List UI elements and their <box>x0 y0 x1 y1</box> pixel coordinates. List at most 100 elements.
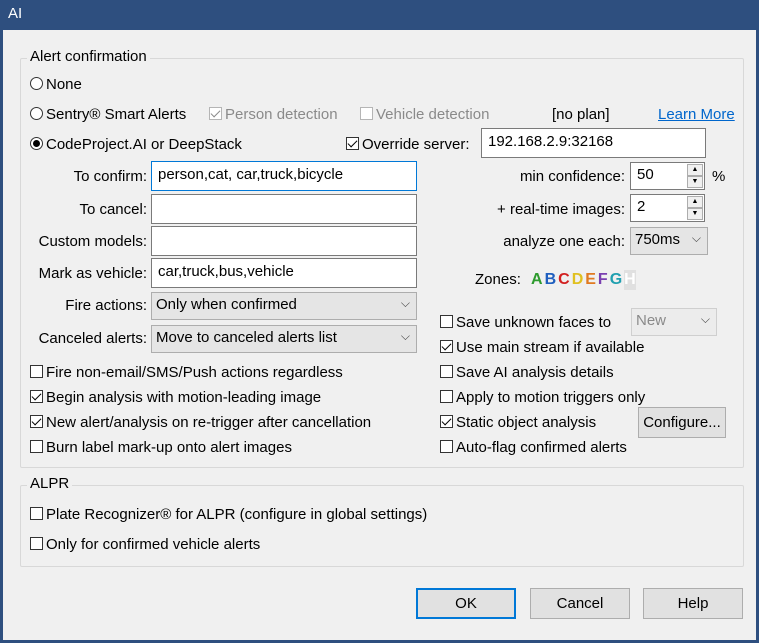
new-alert-label: New alert/analysis on re-trigger after c… <box>46 414 372 431</box>
learn-more-link[interactable]: Learn More <box>658 105 735 125</box>
mark-vehicle-label: Mark as vehicle: <box>38 265 147 282</box>
plate-recognizer-box[interactable] <box>30 507 43 520</box>
chevron-down-icon: ⌵ <box>400 296 410 310</box>
faces-target-select[interactable]: New ⌵ <box>631 308 717 336</box>
radio-codeproject-indicator[interactable] <box>30 137 43 150</box>
analyze-each-value: 750ms <box>635 231 681 248</box>
custom-models-input[interactable] <box>151 226 417 256</box>
alert-confirmation-legend: Alert confirmation <box>27 48 150 65</box>
plate-recognizer-label: Plate Recognizer® for ALPR (configure in… <box>46 506 428 523</box>
zone-d-toggle[interactable]: D <box>572 270 584 290</box>
zone-g-toggle[interactable]: G <box>610 270 622 290</box>
burn-label-box[interactable] <box>30 440 43 453</box>
zone-a-toggle[interactable]: A <box>531 270 543 290</box>
window-title: AI <box>0 0 759 30</box>
vehicle-detection-box[interactable] <box>360 107 373 120</box>
to-confirm-input[interactable]: person,cat, car,truck,bicycle <box>151 161 417 191</box>
chevron-down-icon: ⌵ <box>691 231 701 245</box>
spin-up-icon[interactable]: ▲ <box>687 196 703 208</box>
zones-selector[interactable]: ABCDEFGH <box>531 270 638 290</box>
zone-c-toggle[interactable]: C <box>558 270 570 290</box>
fire-actions-select[interactable]: Only when confirmed ⌵ <box>151 292 417 320</box>
begin-analysis-checkbox[interactable]: Begin analysis with motion-leading image <box>30 388 321 408</box>
use-main-stream-box[interactable] <box>440 340 453 353</box>
use-main-stream-label: Use main stream if available <box>456 339 645 356</box>
burn-label-checkbox[interactable]: Burn label mark-up onto alert images <box>30 438 292 458</box>
ai-dialog: Alert confirmation None Sentry® Smart Al… <box>3 30 756 640</box>
zone-e-toggle[interactable]: E <box>585 270 596 290</box>
canceled-alerts-label: Canceled alerts: <box>38 330 147 347</box>
radio-sentry-label: Sentry® Smart Alerts <box>46 106 187 123</box>
auto-flag-checkbox[interactable]: Auto-flag confirmed alerts <box>440 438 627 458</box>
realtime-images-label: + real-time images: <box>497 201 625 218</box>
person-detection-checkbox[interactable]: Person detection <box>209 105 338 125</box>
save-unknown-faces-label: Save unknown faces to <box>456 314 612 331</box>
person-detection-box[interactable] <box>209 107 222 120</box>
auto-flag-box[interactable] <box>440 440 453 453</box>
zone-b-toggle[interactable]: B <box>545 270 557 290</box>
fire-non-email-label: Fire non-email/SMS/Push actions regardle… <box>46 364 343 381</box>
cancel-button[interactable]: Cancel <box>530 588 630 619</box>
mark-vehicle-input[interactable]: car,truck,bus,vehicle <box>151 258 417 288</box>
only-vehicle-checkbox[interactable]: Only for confirmed vehicle alerts <box>30 535 260 555</box>
min-confidence-spinner[interactable]: 50 ▲ ▼ <box>630 162 705 190</box>
alpr-legend: ALPR <box>27 475 73 492</box>
radio-sentry-indicator[interactable] <box>30 107 43 120</box>
ok-button[interactable]: OK <box>416 588 516 619</box>
realtime-images-value: 2 <box>637 198 646 215</box>
plate-recognizer-checkbox[interactable]: Plate Recognizer® for ALPR (configure in… <box>30 505 427 525</box>
override-server-checkbox[interactable]: Override server: <box>346 135 470 155</box>
percent-sign: % <box>712 168 726 185</box>
save-unknown-faces-box[interactable] <box>440 315 453 328</box>
min-confidence-spin-buttons[interactable]: ▲ ▼ <box>687 164 703 188</box>
use-main-stream-checkbox[interactable]: Use main stream if available <box>440 338 644 358</box>
radio-none-indicator[interactable] <box>30 77 43 90</box>
radio-none[interactable]: None <box>30 75 82 95</box>
person-detection-label: Person detection <box>225 106 338 123</box>
radio-sentry[interactable]: Sentry® Smart Alerts <box>30 105 186 125</box>
to-cancel-label: To cancel: <box>79 201 147 218</box>
static-object-checkbox[interactable]: Static object analysis <box>440 413 596 433</box>
faces-target-value: New <box>636 312 667 329</box>
apply-motion-box[interactable] <box>440 390 453 403</box>
fire-non-email-checkbox[interactable]: Fire non-email/SMS/Push actions regardle… <box>30 363 343 383</box>
apply-motion-label: Apply to motion triggers only <box>456 389 646 406</box>
fire-actions-value: Only when confirmed <box>156 296 297 313</box>
static-object-box[interactable] <box>440 415 453 428</box>
save-ai-details-box[interactable] <box>440 365 453 378</box>
only-vehicle-box[interactable] <box>30 537 43 550</box>
save-unknown-faces-checkbox[interactable]: Save unknown faces to <box>440 313 611 333</box>
analyze-each-select[interactable]: 750ms ⌵ <box>630 227 708 255</box>
chevron-down-icon: ⌵ <box>700 312 710 326</box>
new-alert-box[interactable] <box>30 415 43 428</box>
zone-h-toggle[interactable]: H <box>624 270 636 290</box>
realtime-images-spinner[interactable]: 2 ▲ ▼ <box>630 194 705 222</box>
save-ai-details-checkbox[interactable]: Save AI analysis details <box>440 363 614 383</box>
only-vehicle-label: Only for confirmed vehicle alerts <box>46 536 261 553</box>
analyze-each-label: analyze one each: <box>503 233 625 250</box>
custom-models-label: Custom models: <box>38 233 147 250</box>
new-alert-checkbox[interactable]: New alert/analysis on re-trigger after c… <box>30 413 371 433</box>
canceled-alerts-select[interactable]: Move to canceled alerts list ⌵ <box>151 325 417 353</box>
vehicle-detection-label: Vehicle detection <box>376 106 490 123</box>
fire-non-email-box[interactable] <box>30 365 43 378</box>
spin-down-icon[interactable]: ▼ <box>687 176 703 188</box>
radio-codeproject[interactable]: CodeProject.AI or DeepStack <box>30 135 242 155</box>
help-button[interactable]: Help <box>643 588 743 619</box>
realtime-images-spin-buttons[interactable]: ▲ ▼ <box>687 196 703 220</box>
min-confidence-label: min confidence: <box>519 168 625 185</box>
server-input[interactable]: 192.168.2.9:32168 <box>481 128 706 158</box>
spin-down-icon[interactable]: ▼ <box>687 208 703 220</box>
vehicle-detection-checkbox[interactable]: Vehicle detection <box>360 105 489 125</box>
configure-button[interactable]: Configure... <box>638 407 726 438</box>
override-server-box[interactable] <box>346 137 359 150</box>
zone-f-toggle[interactable]: F <box>598 270 608 290</box>
spin-up-icon[interactable]: ▲ <box>687 164 703 176</box>
apply-motion-checkbox[interactable]: Apply to motion triggers only <box>440 388 645 408</box>
to-cancel-input[interactable] <box>151 194 417 224</box>
to-confirm-label: To confirm: <box>73 168 147 185</box>
begin-analysis-box[interactable] <box>30 390 43 403</box>
radio-none-label: None <box>46 76 82 93</box>
plan-status: [no plan] <box>552 106 610 123</box>
fire-actions-label: Fire actions: <box>65 297 147 314</box>
